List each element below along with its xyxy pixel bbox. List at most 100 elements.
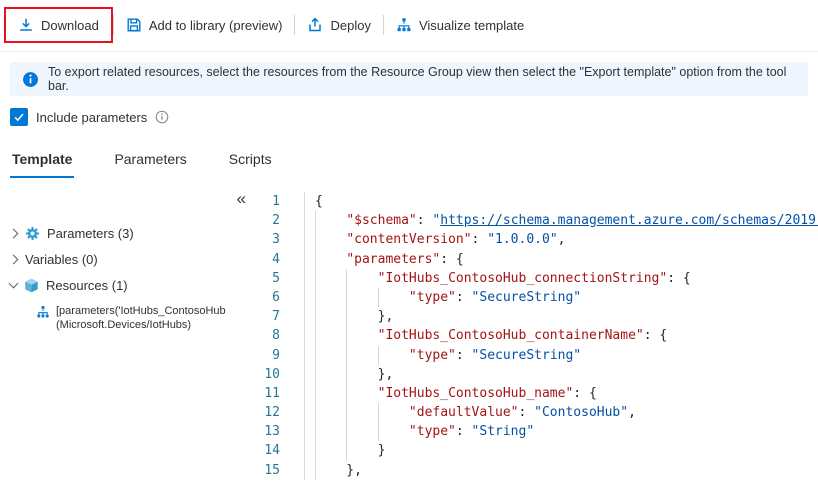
editor-line[interactable]: 4 "parameters": {: [256, 250, 818, 269]
code-line[interactable]: "IotHubs_ContosoHub_containerName": {: [304, 326, 818, 345]
code-line[interactable]: },: [304, 461, 818, 480]
editor-line[interactable]: 11 "IotHubs_ContosoHub_name": {: [256, 384, 818, 403]
code-line[interactable]: "contentVersion": "1.0.0.0",: [304, 230, 818, 249]
indent-guide: [346, 307, 347, 326]
code-token: "IotHubs_ContosoHub_containerName": [378, 328, 644, 343]
line-number[interactable]: 15: [256, 461, 294, 480]
collapse-panel-button[interactable]: «: [237, 190, 246, 207]
code-editor[interactable]: 1{2 "$schema": "https://schema.managemen…: [256, 190, 818, 489]
info-icon: [22, 71, 39, 88]
editor-line[interactable]: 10 },: [256, 365, 818, 384]
line-number[interactable]: 5: [256, 269, 294, 288]
export-template-blade: Download Add to library (preview) Deploy…: [0, 0, 818, 489]
code-token: : {: [644, 328, 667, 343]
indent-guide: [346, 422, 347, 441]
editor-line[interactable]: 12 "defaultValue": "ContosoHub",: [256, 403, 818, 422]
code-token: [315, 348, 409, 363]
library-save-icon: [126, 17, 142, 33]
code-line[interactable]: "IotHubs_ContosoHub_connectionString": {: [304, 269, 818, 288]
tab-parameters[interactable]: Parameters: [112, 151, 188, 178]
line-number[interactable]: 11: [256, 384, 294, 403]
line-number[interactable]: 3: [256, 230, 294, 249]
tree-item-resource[interactable]: [parameters('IotHubs_ContosoHub (Microso…: [0, 305, 256, 332]
editor-line[interactable]: 13 "type": "String": [256, 422, 818, 441]
editor-line[interactable]: 7 },: [256, 307, 818, 326]
include-parameters-label[interactable]: Include parameters: [36, 110, 147, 125]
download-highlight-box: Download: [4, 7, 113, 43]
tree-item-label: Parameters (3): [47, 226, 134, 241]
editor-line[interactable]: 9 "type": "SecureString": [256, 346, 818, 365]
code-token: "type": [409, 290, 456, 305]
chevron-down-icon[interactable]: [9, 279, 19, 289]
editor-line[interactable]: 3 "contentVersion": "1.0.0.0",: [256, 230, 818, 249]
line-number[interactable]: 1: [256, 192, 294, 211]
line-number[interactable]: 14: [256, 441, 294, 460]
editor-line[interactable]: 8 "IotHubs_ContosoHub_containerName": {: [256, 326, 818, 345]
code-line[interactable]: {: [304, 192, 818, 211]
code-line[interactable]: "defaultValue": "ContosoHub",: [304, 403, 818, 422]
editor-line[interactable]: 1{: [256, 192, 818, 211]
code-token: [315, 405, 409, 420]
visualize-template-icon: [396, 17, 412, 33]
line-number[interactable]: 8: [256, 326, 294, 345]
code-token: :: [519, 405, 535, 420]
visualize-template-button[interactable]: Visualize template: [384, 9, 536, 41]
add-to-library-button[interactable]: Add to library (preview): [114, 9, 295, 41]
indent-guide: [346, 384, 347, 403]
code-line[interactable]: "type": "String": [304, 422, 818, 441]
tree-item-resources[interactable]: Resources (1): [0, 272, 256, 298]
indent-guide: [346, 403, 347, 422]
info-tooltip-icon[interactable]: [155, 110, 169, 124]
include-parameters-checkbox[interactable]: [10, 108, 28, 126]
code-line[interactable]: },: [304, 365, 818, 384]
code-line[interactable]: "IotHubs_ContosoHub_name": {: [304, 384, 818, 403]
code-line[interactable]: "type": "SecureString": [304, 288, 818, 307]
code-line[interactable]: "type": "SecureString": [304, 346, 818, 365]
indent-guide: [346, 269, 347, 288]
deploy-label: Deploy: [330, 18, 370, 33]
code-line[interactable]: "parameters": {: [304, 250, 818, 269]
line-number[interactable]: 4: [256, 250, 294, 269]
tree-item-variables[interactable]: Variables (0): [0, 246, 256, 272]
deploy-button[interactable]: Deploy: [295, 9, 382, 41]
toolbar-divider: [0, 51, 818, 52]
editor-line[interactable]: 6 "type": "SecureString": [256, 288, 818, 307]
resource-tree-panel: « Parameters (3) Variables (0) Resources…: [0, 190, 256, 489]
line-number[interactable]: 9: [256, 346, 294, 365]
download-button[interactable]: Download: [6, 9, 111, 41]
indent-guide: [315, 403, 316, 422]
code-token: {: [315, 194, 323, 209]
gear-icon: [25, 226, 40, 241]
line-number[interactable]: 6: [256, 288, 294, 307]
indent-guide: [315, 346, 316, 365]
code-token: "1.0.0.0": [487, 232, 557, 247]
code-token: "defaultValue": [409, 405, 519, 420]
tree-item-parameters[interactable]: Parameters (3): [0, 220, 256, 246]
code-token: }: [315, 443, 385, 458]
code-token: :: [417, 213, 433, 228]
code-token: "parameters": [346, 252, 440, 267]
code-token: :: [472, 232, 488, 247]
chevron-right-icon[interactable]: [9, 228, 19, 238]
editor-line[interactable]: 2 "$schema": "https://schema.management.…: [256, 211, 818, 230]
code-line[interactable]: },: [304, 307, 818, 326]
tree-item-label: Variables (0): [25, 252, 98, 267]
line-number[interactable]: 12: [256, 403, 294, 422]
code-line[interactable]: }: [304, 441, 818, 460]
chevron-right-icon[interactable]: [9, 254, 19, 264]
tab-scripts[interactable]: Scripts: [227, 151, 274, 178]
tree-item-label: Resources (1): [46, 278, 128, 293]
editor-line[interactable]: 14 }: [256, 441, 818, 460]
line-number[interactable]: 10: [256, 365, 294, 384]
tab-template[interactable]: Template: [10, 151, 74, 178]
code-token: "$schema": [346, 213, 416, 228]
line-number[interactable]: 13: [256, 422, 294, 441]
indent-guide: [378, 403, 379, 422]
line-number[interactable]: 7: [256, 307, 294, 326]
line-number[interactable]: 2: [256, 211, 294, 230]
code-token: https://schema.management.azure.com/sche…: [440, 213, 818, 228]
editor-line[interactable]: 15 },: [256, 461, 818, 480]
code-token: : {: [440, 252, 463, 267]
code-line[interactable]: "$schema": "https://schema.management.az…: [304, 211, 818, 230]
editor-line[interactable]: 5 "IotHubs_ContosoHub_connectionString":…: [256, 269, 818, 288]
